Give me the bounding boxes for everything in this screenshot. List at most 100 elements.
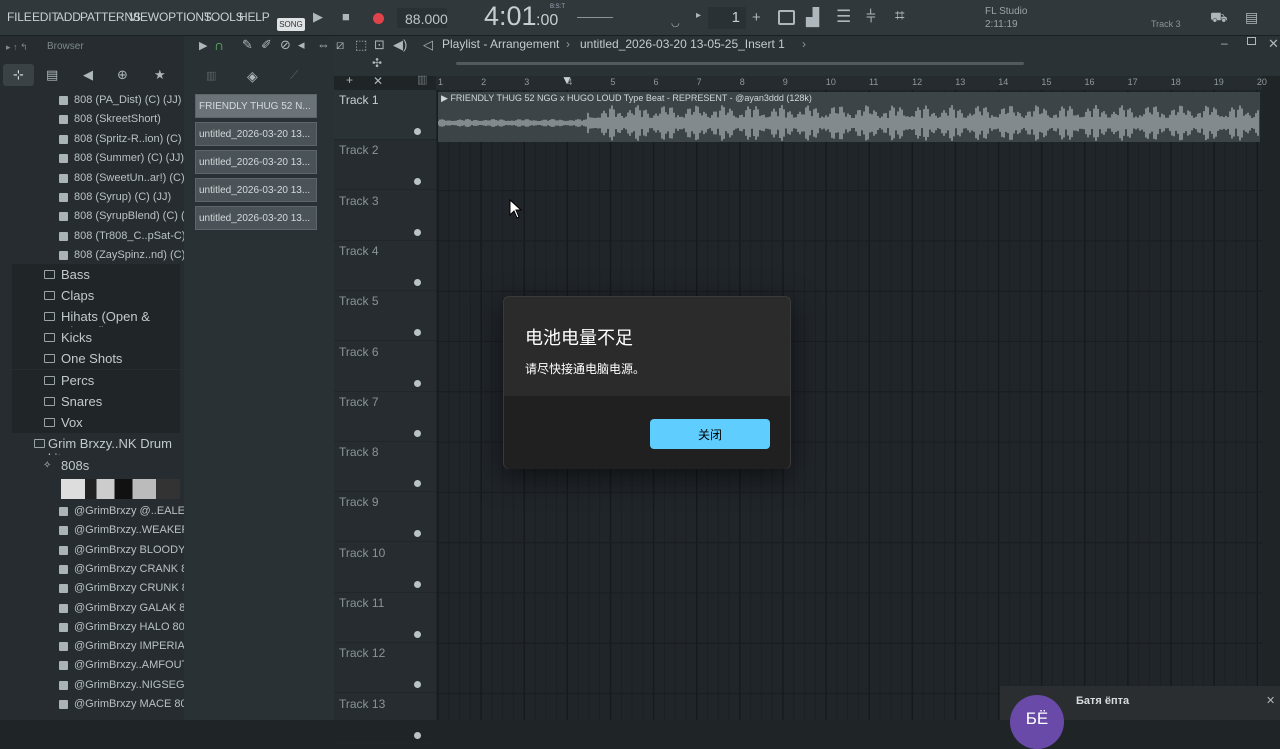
channel-rack-icon[interactable]: ☰ [836,7,851,27]
picker-patterns-icon[interactable]: ▥ [206,69,216,82]
track-header[interactable]: Track 12 [334,643,436,694]
track-mute-led[interactable] [414,128,421,135]
horizontal-scrollbar[interactable] [456,62,1024,65]
browser-file-item[interactable]: 808 (ZaySpinz..nd) (C) (JJ) [0,246,207,265]
close-button[interactable]: 关闭 [650,419,770,449]
browser-folder-item[interactable]: Snares [12,390,180,412]
browser-file-item[interactable]: @GrimBrxzy HALO 808 [0,618,191,637]
track-mute-led[interactable] [414,580,421,588]
browser-files-tab-icon[interactable]: ▤ [46,67,58,83]
track-mute-led[interactable] [414,681,421,689]
browser-file-item[interactable]: @GrimBrxzy CRUNK 808 [0,579,200,598]
play-icon[interactable]: ▶ [313,9,323,25]
song-time-display[interactable]: 4:01 [484,1,537,32]
browser-folder-item[interactable]: Kicks [12,327,180,349]
browser-file-item[interactable]: 808 (Summer) (C) (JJ) [0,149,184,168]
browser-file-item[interactable]: 808 (SyrupBlend) (C) (JJ) [0,207,199,226]
browser-file-item[interactable]: 808 (Tr808_C..pSat-C) (JJ) [0,227,207,246]
menu-tools[interactable]: TOOLS [204,10,244,24]
browser-favorites-tab-icon[interactable]: ★ [154,67,166,83]
track-mute-led[interactable] [414,480,421,488]
timeline-ruler[interactable]: 1 2 3 4 5 6 7 8 9 10 11 12 13 14 15 16 17 18 19 20 [436,76,1267,90]
track-mute-led[interactable] [414,631,421,638]
pattern-selector[interactable]: 1 [708,7,746,29]
browser-file-item[interactable]: @GrimBrxzy BLOODY 808 [0,541,207,560]
browser-file-item[interactable]: @GrimBrxzy IMPERIAL 808 [0,637,212,656]
pattern-prev-icon[interactable]: ▸ [696,10,701,21]
picker-item[interactable]: FRIENDLY THUG 52 N... [195,94,317,118]
track-mute-led[interactable] [414,178,421,186]
browser-kit-folder[interactable]: Grim Brxzy..NK Drum kit [0,433,184,466]
browser-file-item[interactable]: 808 (PA_Dist) (C) (JJ) [0,91,184,110]
add-track-icon[interactable]: + [346,73,353,87]
browser-subfolder-808s[interactable]: ✧ 808s [0,455,184,476]
select-tool-icon[interactable]: ⬚ [355,37,367,53]
track-header[interactable]: Track 10 [334,543,436,593]
mute-tool-icon[interactable]: ◂ [298,37,305,53]
track-header[interactable]: Track 3 [334,191,436,241]
song-mode-toggle[interactable]: SONG [277,18,305,31]
browser-file-item[interactable]: @GrimBrxzy..NIGSEGG 808 [0,676,215,695]
browser-folder-item[interactable]: Hihats (Open & Closed) [12,306,180,339]
menu-file[interactable]: FILE [7,10,32,24]
playlist-icon[interactable] [778,10,795,25]
track-mute-led[interactable] [414,530,421,538]
track-header[interactable]: Track 6 [334,342,436,392]
master-volume-slider[interactable] [577,17,613,18]
track-mute-led[interactable] [414,731,421,739]
browser-plugins-tab-icon[interactable]: ⊕ [117,67,128,83]
clear-icon[interactable]: ✕ [373,74,383,88]
breadcrumb-arrow-icon[interactable]: › [802,37,806,51]
menu-edit[interactable]: EDIT [32,10,59,24]
playlist-audio-icon[interactable]: ✣ [372,56,382,70]
track-mute-led[interactable] [414,329,421,337]
plugin-picker-icon[interactable]: ⌗ [895,6,905,26]
track-header[interactable]: Track 5 [334,291,436,342]
browser-folder-item[interactable]: Bass [12,264,180,285]
browser-folder-item[interactable]: One Shots [12,348,180,370]
zoom-tool-icon[interactable]: ⊡ [374,37,385,53]
track-mute-led[interactable] [414,278,421,286]
picker-item[interactable]: untitled_2026-03-20 13... [195,122,317,146]
minimize-icon[interactable]: – [1221,36,1228,50]
track-header[interactable]: Track 4 [334,241,436,291]
menu-help[interactable]: HELP [239,10,270,24]
track-scroll-icon[interactable]: ▥ [417,73,427,86]
maximize-icon[interactable] [1247,37,1256,45]
track-header[interactable]: Track 11 [334,593,436,643]
slip-tool-icon[interactable]: ⇔ [317,37,330,52]
browser-file-item[interactable]: 808 (Spritz-R..ion) (C) (JJ) [0,130,203,149]
draw-tool-icon[interactable]: ✎ [242,37,253,53]
notification-close-icon[interactable]: ✕ [1266,694,1275,707]
track-header[interactable]: Track 13 [334,694,436,744]
track-mute-led[interactable] [414,228,421,236]
track-mute-led[interactable] [414,379,421,387]
picker-item[interactable]: untitled_2026-03-20 13... [195,178,317,202]
track-header[interactable]: Track 1 [334,90,436,140]
picker-audio-icon[interactable]: ◈ [247,68,258,85]
browser-file-item[interactable]: 808 (SweetUn..ar!) (C) (JJ) [0,169,206,188]
delete-tool-icon[interactable]: ⊘ [280,37,291,53]
track-header[interactable]: Track 8 [334,442,436,493]
master-pitch-knob[interactable]: ◡ [671,18,680,29]
cart-icon[interactable]: ⛟ [1210,9,1228,28]
browser-folder-item[interactable]: Vox [12,411,180,433]
close-icon[interactable]: ✕ [1268,36,1279,52]
browser-file-item[interactable]: 808 (Syrup) (C) (JJ) [0,188,184,207]
playlist-options-arrow-icon[interactable]: ▶ [199,39,207,52]
browser-audio-tab-icon[interactable]: ◀ [83,67,93,83]
track-header[interactable]: Track 7 [334,392,436,442]
slice-tool-icon[interactable]: ⧄ [336,37,344,53]
snap-magnet-icon[interactable]: ∩ [214,37,224,53]
picker-item[interactable]: untitled_2026-03-20 13... [195,206,317,230]
browser-folder-item[interactable]: Claps [12,285,180,307]
paint-tool-icon[interactable]: ✐ [261,37,272,53]
browser-file-item[interactable]: @GrimBrxzy CRANK 808 [0,560,199,579]
track-header[interactable]: Track 9 [334,492,436,543]
browser-file-item[interactable]: @GrimBrxzy MACE 808 [0,695,193,714]
browser-file-item[interactable]: 808 (SkreetShort) [0,110,184,129]
browser-file-item[interactable]: @GrimBrxzy GALAK 808 [0,599,198,618]
learn-icon[interactable]: ▤ [1245,9,1258,26]
track-mute-led[interactable] [414,429,421,437]
mixer-icon[interactable]: ⫩ [866,7,876,27]
